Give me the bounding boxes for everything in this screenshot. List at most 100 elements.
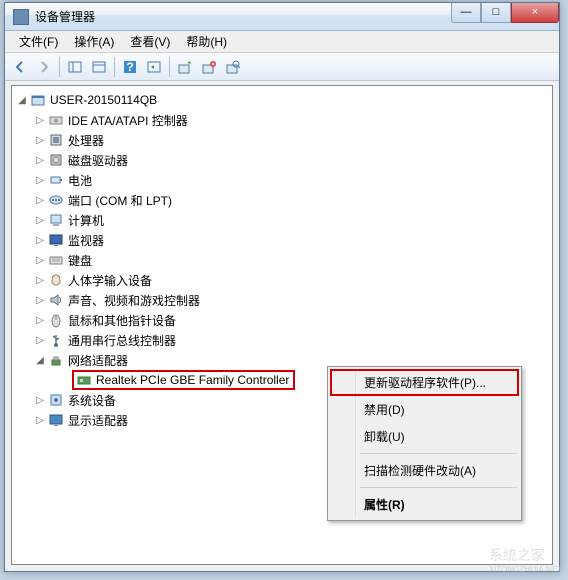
tree-item-label: 声音、视频和游戏控制器 (66, 291, 202, 310)
expand-icon[interactable]: ▷ (34, 395, 46, 406)
menu-help[interactable]: 帮助(H) (178, 31, 235, 52)
selected-device-highlight: Realtek PCIe GBE Family Controller (72, 370, 295, 390)
context-properties-label: 属性(R) (364, 498, 405, 512)
hid-icon (48, 272, 64, 288)
battery-icon (48, 172, 64, 188)
context-menu: 更新驱动程序软件(P)... 禁用(D) 卸载(U) 扫描检测硬件改动(A) 属… (327, 366, 522, 521)
tree-item[interactable]: ▷ 电池 (14, 170, 550, 190)
disk-icon (48, 152, 64, 168)
window-controls: — □ × (451, 3, 559, 23)
app-icon (13, 9, 29, 25)
tree-item-label: 电池 (66, 171, 94, 190)
svg-text:?: ? (126, 60, 133, 74)
tree-item-label: 系统设备 (66, 391, 118, 410)
menubar: 文件(F) 操作(A) 查看(V) 帮助(H) (5, 31, 559, 53)
tree-item[interactable]: ▷ IDE ATA/ATAPI 控制器 (14, 110, 550, 130)
tree-item-label: 人体学输入设备 (66, 271, 154, 290)
toolbar: ? (5, 53, 559, 81)
display-icon (48, 412, 64, 428)
expand-icon[interactable]: ▷ (34, 415, 46, 426)
expand-icon[interactable]: ▷ (34, 335, 46, 346)
tree-item-label: 磁盘驱动器 (66, 151, 130, 170)
separator (169, 57, 170, 77)
titlebar: 设备管理器 — □ × (5, 3, 559, 31)
back-icon[interactable] (9, 56, 31, 78)
maximize-button[interactable]: □ (481, 3, 511, 23)
expand-icon[interactable]: ◢ (34, 355, 46, 366)
uninstall-icon[interactable] (198, 56, 220, 78)
separator (114, 57, 115, 77)
tree-item[interactable]: ▷键盘 (14, 250, 550, 270)
context-separator (360, 487, 517, 488)
action-icon[interactable] (143, 56, 165, 78)
collapse-icon[interactable]: ◢ (16, 95, 28, 106)
tree-item-label: 监视器 (66, 231, 106, 250)
expand-icon[interactable]: ▷ (34, 235, 46, 246)
tree-item-label: 处理器 (66, 131, 106, 150)
expand-icon[interactable]: ▷ (34, 195, 46, 206)
expand-icon[interactable]: ▷ (34, 215, 46, 226)
context-properties[interactable]: 属性(R) (330, 491, 519, 518)
watermark-text: 系统之家 XITONGZHIJIA.NET (489, 545, 562, 574)
expand-icon[interactable]: ▷ (34, 315, 46, 326)
watermark-line1: 系统之家 (489, 545, 562, 565)
tree-root-label: USER-20150114QB (48, 92, 159, 108)
tree-item-label: 通用串行总线控制器 (66, 331, 178, 350)
tree-item[interactable]: ▷ 鼠标和其他指针设备 (14, 310, 550, 330)
tree-item[interactable]: ▷ 处理器 (14, 130, 550, 150)
help-icon[interactable]: ? (119, 56, 141, 78)
expand-icon[interactable]: ▷ (34, 135, 46, 146)
menu-file[interactable]: 文件(F) (11, 31, 66, 52)
expand-icon[interactable]: ▷ (34, 175, 46, 186)
context-scan-hardware[interactable]: 扫描检测硬件改动(A) (330, 457, 519, 484)
tree-child-label: Realtek PCIe GBE Family Controller (94, 372, 291, 388)
tree-item-label: 鼠标和其他指针设备 (66, 311, 178, 330)
update-driver-icon[interactable] (174, 56, 196, 78)
tree-item-label: 显示适配器 (66, 411, 130, 430)
watermark-line2: XITONGZHIJIA.NET (489, 565, 562, 574)
tree-item[interactable]: ▷ 监视器 (14, 230, 550, 250)
tree-item[interactable]: ▷ 通用串行总线控制器 (14, 330, 550, 350)
context-update-driver[interactable]: 更新驱动程序软件(P)... (330, 369, 519, 396)
scan-hardware-icon[interactable] (222, 56, 244, 78)
nic-icon (76, 372, 92, 388)
tree-item-label: IDE ATA/ATAPI 控制器 (66, 111, 190, 130)
minimize-button[interactable]: — (451, 3, 481, 23)
tree-item-label: 端口 (COM 和 LPT) (66, 191, 174, 210)
tree-item-label: 计算机 (66, 211, 106, 230)
context-disable[interactable]: 禁用(D) (330, 396, 519, 423)
usb-icon (48, 332, 64, 348)
separator (59, 57, 60, 77)
context-uninstall[interactable]: 卸载(U) (330, 423, 519, 450)
ide-icon (48, 112, 64, 128)
network-icon (48, 352, 64, 368)
context-separator (360, 453, 517, 454)
tree-item[interactable]: ▷ 磁盘驱动器 (14, 150, 550, 170)
menu-view[interactable]: 查看(V) (122, 31, 178, 52)
system-icon (48, 392, 64, 408)
tree-item[interactable]: ▷ 声音、视频和游戏控制器 (14, 290, 550, 310)
expand-icon[interactable]: ▷ (34, 115, 46, 126)
computer-icon (30, 92, 46, 108)
forward-icon[interactable] (33, 56, 55, 78)
close-button[interactable]: × (511, 3, 559, 23)
menu-action[interactable]: 操作(A) (66, 31, 122, 52)
tree-item-label: 网络适配器 (66, 351, 130, 370)
monitor-icon (48, 232, 64, 248)
tree-item[interactable]: ▷ 计算机 (14, 210, 550, 230)
tree-item[interactable]: ▷ 端口 (COM 和 LPT) (14, 190, 550, 210)
port-icon (48, 192, 64, 208)
expand-icon[interactable]: ▷ (34, 295, 46, 306)
properties-icon[interactable] (88, 56, 110, 78)
expand-icon[interactable]: ▷ (34, 155, 46, 166)
computer-icon (48, 212, 64, 228)
expand-icon[interactable]: ▷ (34, 255, 46, 266)
tree-item[interactable]: ▷ 人体学输入设备 (14, 270, 550, 290)
show-hide-icon[interactable] (64, 56, 86, 78)
mouse-icon (48, 312, 64, 328)
sound-icon (48, 292, 64, 308)
expand-icon[interactable]: ▷ (34, 275, 46, 286)
window-title: 设备管理器 (35, 8, 451, 25)
keyboard-icon (48, 252, 64, 268)
tree-root[interactable]: ◢ USER-20150114QB (14, 90, 550, 110)
